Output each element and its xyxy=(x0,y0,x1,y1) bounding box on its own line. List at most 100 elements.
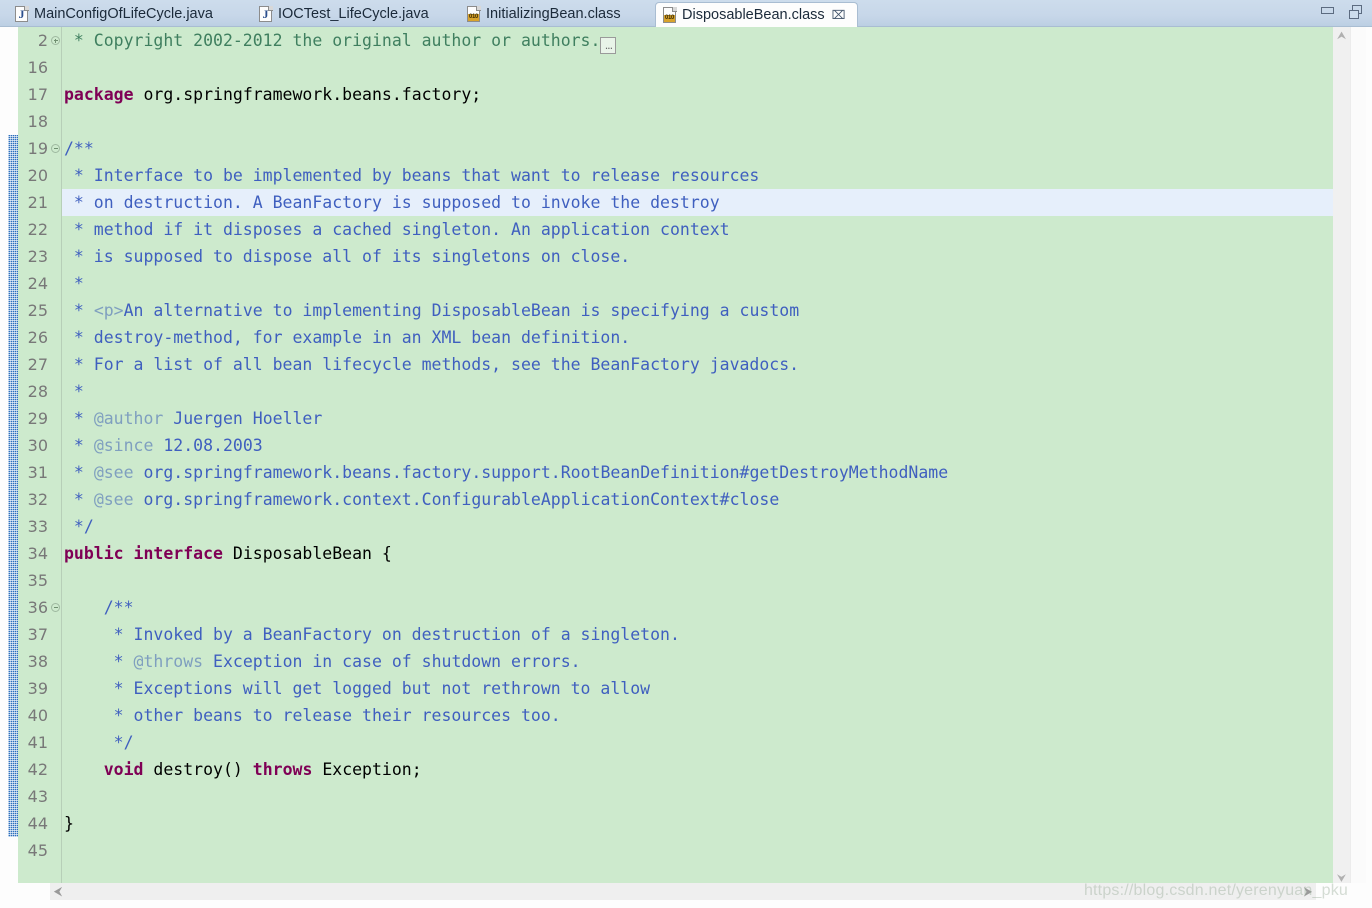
fold-slot xyxy=(50,216,61,243)
line-number: 20 xyxy=(27,166,48,185)
code-token: * xyxy=(64,382,84,401)
minimize-button[interactable] xyxy=(1320,4,1335,18)
editor-tab-3[interactable]: 010 DisposableBean.class ⌧ xyxy=(655,2,858,27)
code-line[interactable]: */ xyxy=(62,513,1333,540)
overview-ruler[interactable] xyxy=(1350,27,1366,908)
code-line[interactable]: * Invoked by a BeanFactory on destructio… xyxy=(62,621,1333,648)
fold-slot xyxy=(50,486,61,513)
change-marker xyxy=(8,135,18,837)
fold-slot xyxy=(50,108,61,135)
code-line[interactable]: * is supposed to dispose all of its sing… xyxy=(62,243,1333,270)
line-number: 39 xyxy=(27,679,48,698)
editor-tab-2[interactable]: 010 InitializingBean.class xyxy=(460,2,629,26)
restore-button[interactable] xyxy=(1349,4,1364,19)
fold-toggle-icon[interactable] xyxy=(50,135,61,162)
fold-slot xyxy=(50,162,61,189)
line-number: 37 xyxy=(27,625,48,644)
code-line[interactable]: */ xyxy=(62,729,1333,756)
code-line[interactable]: * @see org.springframework.context.Confi… xyxy=(62,486,1333,513)
horizontal-scrollbar[interactable]: ⮜ ⮞ xyxy=(50,883,1316,900)
line-number: 28 xyxy=(27,382,48,401)
fold-slot xyxy=(50,378,61,405)
code-token: * is supposed to dispose all of its sing… xyxy=(64,247,631,266)
editor-tab-label: IOCTest_LifeCycle.java xyxy=(278,6,429,22)
editor-tab-1[interactable]: J IOCTest_LifeCycle.java xyxy=(252,2,437,26)
editor-tab-label: DisposableBean.class xyxy=(682,7,825,23)
line-number: 34 xyxy=(27,544,48,563)
code-token: DisposableBean { xyxy=(222,544,392,563)
fold-slot xyxy=(50,243,61,270)
code-line[interactable] xyxy=(62,108,1333,135)
fold-slot xyxy=(50,675,61,702)
fold-slot xyxy=(50,702,61,729)
java-file-icon: J xyxy=(15,6,29,22)
code-line[interactable]: * <p>An alternative to implementing Disp… xyxy=(62,297,1333,324)
code-token: throws xyxy=(252,760,313,779)
line-number: 2 xyxy=(37,31,48,50)
code-token: * method if it disposes a cached singlet… xyxy=(64,220,730,239)
fold-slot xyxy=(50,756,61,783)
code-line[interactable] xyxy=(62,54,1333,81)
code-token: An alternative to implementing Disposabl… xyxy=(123,301,800,320)
code-token: * For a list of all bean lifecycle metho… xyxy=(64,355,800,374)
fold-slot xyxy=(50,351,61,378)
vertical-scrollbar[interactable]: ⮝ ⮟ xyxy=(1333,27,1350,908)
fold-slot xyxy=(50,837,61,864)
code-line[interactable]: * For a list of all bean lifecycle metho… xyxy=(62,351,1333,378)
line-number: 25 xyxy=(27,301,48,320)
code-line[interactable]: * Copyright 2002-2012 the original autho… xyxy=(62,27,1333,54)
scroll-right-icon[interactable]: ⮞ xyxy=(1300,883,1316,900)
code-line[interactable]: * method if it disposes a cached singlet… xyxy=(62,216,1333,243)
fold-slot xyxy=(50,648,61,675)
code-line[interactable]: /** xyxy=(62,135,1333,162)
line-number: 19 xyxy=(27,139,48,158)
code-token: * xyxy=(64,652,134,671)
line-number: 40 xyxy=(27,706,48,725)
fold-toggle-icon[interactable] xyxy=(50,27,61,54)
code-line[interactable]: * Exceptions will get logged but not ret… xyxy=(62,675,1333,702)
code-token: * Exceptions will get logged but not ret… xyxy=(64,679,651,698)
code-line[interactable] xyxy=(62,783,1333,810)
code-line[interactable]: } xyxy=(62,810,1333,837)
code-line[interactable]: package org.springframework.beans.factor… xyxy=(62,81,1333,108)
code-token: void xyxy=(103,760,144,779)
scroll-left-icon[interactable]: ⮜ xyxy=(50,883,66,900)
code-text-area[interactable]: * Copyright 2002-2012 the original autho… xyxy=(62,27,1333,887)
editor-tab-label: MainConfigOfLifeCycle.java xyxy=(34,6,213,22)
line-number: 23 xyxy=(27,247,48,266)
collapsed-fold-badge[interactable]: ... xyxy=(600,37,617,54)
code-token: * xyxy=(64,409,94,428)
scroll-up-icon[interactable]: ⮝ xyxy=(1333,27,1350,44)
code-line[interactable]: * xyxy=(62,378,1333,405)
code-line[interactable]: * destroy-method, for example in an XML … xyxy=(62,324,1333,351)
code-line[interactable]: * Interface to be implemented by beans t… xyxy=(62,162,1333,189)
code-line[interactable]: /** xyxy=(62,594,1333,621)
fold-toggle-icon[interactable] xyxy=(50,594,61,621)
code-line[interactable]: * @since 12.08.2003 xyxy=(62,432,1333,459)
code-line[interactable]: * xyxy=(62,270,1333,297)
line-number: 33 xyxy=(27,517,48,536)
code-line[interactable]: * on destruction. A BeanFactory is suppo… xyxy=(62,189,1333,216)
code-token: * Invoked by a BeanFactory on destructio… xyxy=(64,625,680,644)
editor-tab-0[interactable]: J MainConfigOfLifeCycle.java xyxy=(8,2,221,26)
line-number: 29 xyxy=(27,409,48,428)
tab-close-icon[interactable]: ⌧ xyxy=(832,9,846,21)
code-line[interactable] xyxy=(62,837,1333,864)
code-line[interactable]: public interface DisposableBean { xyxy=(62,540,1333,567)
code-folding-column[interactable] xyxy=(50,27,61,887)
code-line[interactable]: * @throws Exception in case of shutdown … xyxy=(62,648,1333,675)
code-line[interactable]: void destroy() throws Exception; xyxy=(62,756,1333,783)
fold-slot xyxy=(50,729,61,756)
code-token: Juergen Hoeller xyxy=(163,409,323,428)
code-line[interactable]: * other beans to release their resources… xyxy=(62,702,1333,729)
editor-window: J MainConfigOfLifeCycle.java J IOCTest_Life… xyxy=(0,0,1372,908)
code-token: <p> xyxy=(93,301,124,320)
code-token: */ xyxy=(64,517,94,536)
code-token: * destroy-method, for example in an XML … xyxy=(64,328,631,347)
code-line[interactable]: * @author Juergen Hoeller xyxy=(62,405,1333,432)
line-number: 30 xyxy=(27,436,48,455)
code-line[interactable] xyxy=(62,567,1333,594)
code-token: package xyxy=(64,85,134,104)
code-line[interactable]: * @see org.springframework.beans.factory… xyxy=(62,459,1333,486)
